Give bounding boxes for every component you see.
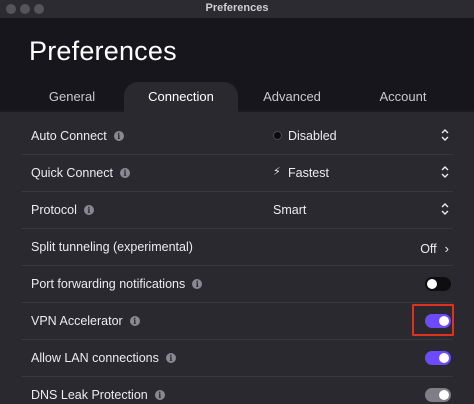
port-forwarding-toggle[interactable]	[425, 277, 451, 291]
highlight-box	[412, 304, 454, 336]
dns-leak-protection-toggle[interactable]	[425, 388, 451, 402]
bolt-icon: ⚡︎	[273, 166, 281, 178]
toggle-knob	[427, 279, 437, 289]
auto-connect-value: Disabled	[288, 129, 337, 143]
setting-row-quick-connect: Quick Connect i ⚡︎ Fastest	[21, 155, 453, 192]
setting-row-split-tunneling: Split tunneling (experimental) Off ›	[21, 229, 453, 266]
setting-row-dns-leak-protection: DNS Leak Protection i	[21, 377, 453, 404]
info-icon[interactable]: i	[192, 279, 203, 289]
page-title: Preferences	[29, 36, 177, 66]
setting-row-vpn-accelerator: VPN Accelerator i	[21, 303, 453, 340]
chevron-up-down-icon	[441, 166, 449, 178]
dot-icon	[273, 131, 282, 140]
info-icon[interactable]: i	[154, 390, 165, 400]
quick-connect-value: Fastest	[288, 166, 329, 180]
auto-connect-label: Auto Connect	[31, 129, 107, 143]
tab-connection[interactable]: Connection	[124, 82, 238, 112]
setting-row-allow-lan: Allow LAN connections i	[21, 340, 453, 377]
tab-account[interactable]: Account	[353, 82, 453, 112]
setting-row-port-forwarding: Port forwarding notifications i	[21, 266, 453, 303]
window-title: Preferences	[205, 2, 269, 14]
tab-advanced[interactable]: Advanced	[242, 82, 342, 112]
allow-lan-toggle[interactable]	[425, 351, 451, 365]
quick-connect-label: Quick Connect	[31, 166, 113, 180]
title-bar: Preferences	[0, 0, 474, 18]
preferences-window: Preferences Preferences General Connecti…	[0, 0, 474, 404]
info-icon[interactable]: i	[129, 316, 140, 326]
allow-lan-label: Allow LAN connections	[31, 351, 159, 365]
connection-settings-panel: Auto Connect i Disabled Quick Connect i	[0, 112, 474, 404]
port-forwarding-label: Port forwarding notifications	[31, 277, 186, 291]
split-tunneling-label: Split tunneling (experimental)	[31, 240, 193, 254]
info-icon[interactable]: i	[83, 205, 94, 215]
chevron-right-icon: ›	[444, 241, 449, 256]
settings-list: Auto Connect i Disabled Quick Connect i	[21, 118, 453, 404]
split-tunneling-link[interactable]: Off ›	[420, 240, 449, 258]
auto-connect-select[interactable]: Disabled	[273, 124, 453, 148]
info-icon[interactable]: i	[165, 353, 176, 363]
vpn-accelerator-label: VPN Accelerator	[31, 314, 123, 328]
setting-row-auto-connect: Auto Connect i Disabled	[21, 118, 453, 155]
protocol-label: Protocol	[31, 203, 77, 217]
protocol-select[interactable]: Smart	[273, 198, 453, 222]
setting-row-protocol: Protocol i Smart	[21, 192, 453, 229]
split-tunneling-value: Off	[420, 242, 437, 256]
dns-leak-protection-label: DNS Leak Protection	[31, 388, 148, 402]
tab-bar: General Connection Advanced Account	[0, 82, 474, 112]
tab-general[interactable]: General	[22, 82, 122, 112]
protocol-value: Smart	[273, 203, 307, 217]
info-icon[interactable]: i	[113, 131, 124, 141]
toggle-knob	[439, 353, 449, 363]
quick-connect-select[interactable]: ⚡︎ Fastest	[273, 161, 453, 185]
info-icon[interactable]: i	[119, 168, 130, 178]
toggle-knob	[439, 390, 449, 400]
chevron-up-down-icon	[441, 129, 449, 141]
chevron-up-down-icon	[441, 203, 449, 215]
